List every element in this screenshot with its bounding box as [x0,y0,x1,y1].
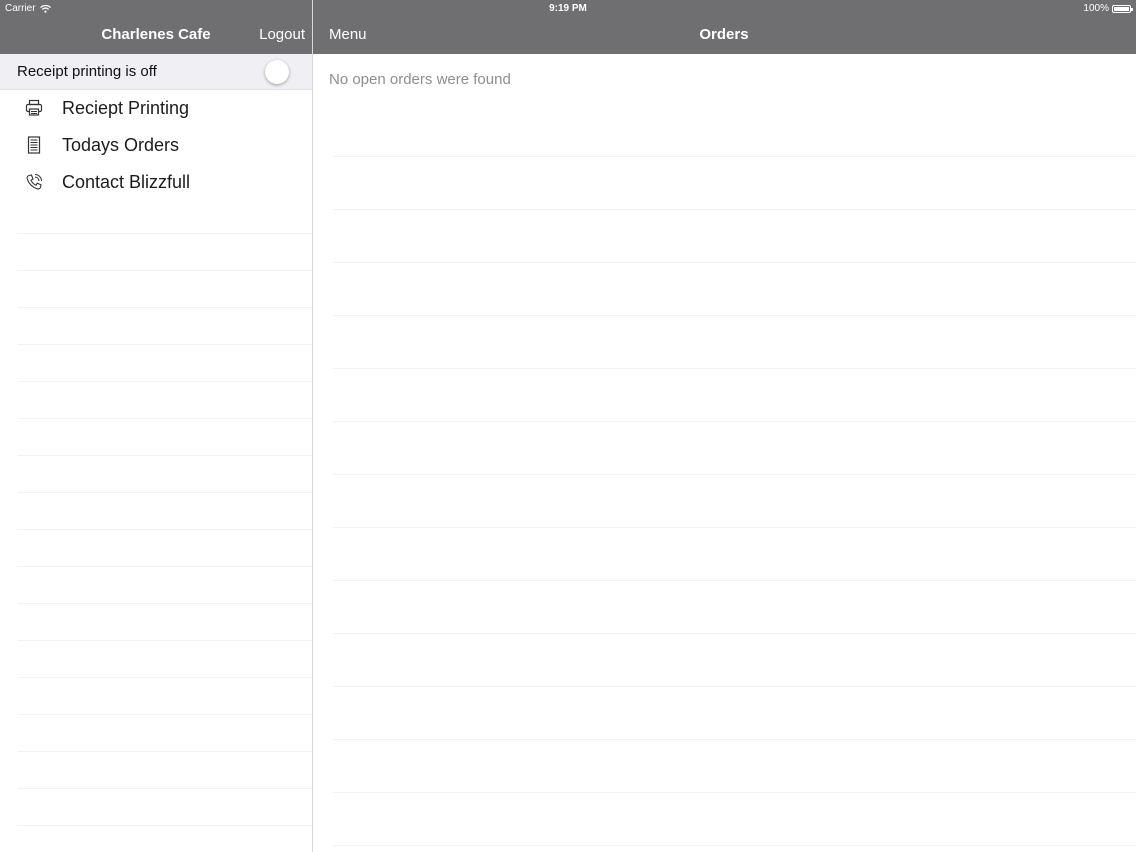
sidebar: Receipt printing is off Reciept Printing [0,54,312,852]
sidebar-item-contact[interactable]: Contact Blizzfull [0,164,312,201]
orders-empty-rows [333,104,1136,846]
status-bar: Carrier 9:19 PM 100% [0,0,1136,17]
empty-orders-message: No open orders were found [329,71,511,88]
battery-percent: 100% [1083,3,1109,14]
phone-icon [26,174,42,190]
sidebar-nav-bar: Charlenes Cafe Logout [0,17,312,54]
sidebar-item-todays-orders[interactable]: Todays Orders [0,127,312,164]
receipt-printing-switch[interactable] [265,60,289,84]
status-time: 9:19 PM [549,3,587,14]
sidebar-item-label: Contact Blizzfull [62,172,191,192]
app-window: Carrier 9:19 PM 100% Charlenes Cafe Logo… [0,0,1136,852]
printer-icon [25,99,43,116]
orders-panel: No open orders were found [313,54,1136,852]
page-title: Orders [699,26,749,43]
receipt-printing-status-label: Receipt printing is off [17,63,157,80]
battery-icon [1112,4,1133,13]
receipt-icon [27,136,41,154]
sidebar-item-label: Reciept Printing [62,98,190,118]
menu-button[interactable]: Menu [329,26,367,43]
logout-button[interactable]: Logout [259,26,305,43]
main-nav-bar: Menu Orders [313,17,1136,54]
sidebar-empty-rows [18,197,312,852]
battery-indicator: 100% [1083,3,1133,14]
receipt-printing-toggle-row: Receipt printing is off [0,54,312,90]
cafe-title: Charlenes Cafe [101,26,211,43]
sidebar-item-label: Todays Orders [62,135,180,155]
sidebar-item-receipt-printing[interactable]: Reciept Printing [0,90,312,127]
